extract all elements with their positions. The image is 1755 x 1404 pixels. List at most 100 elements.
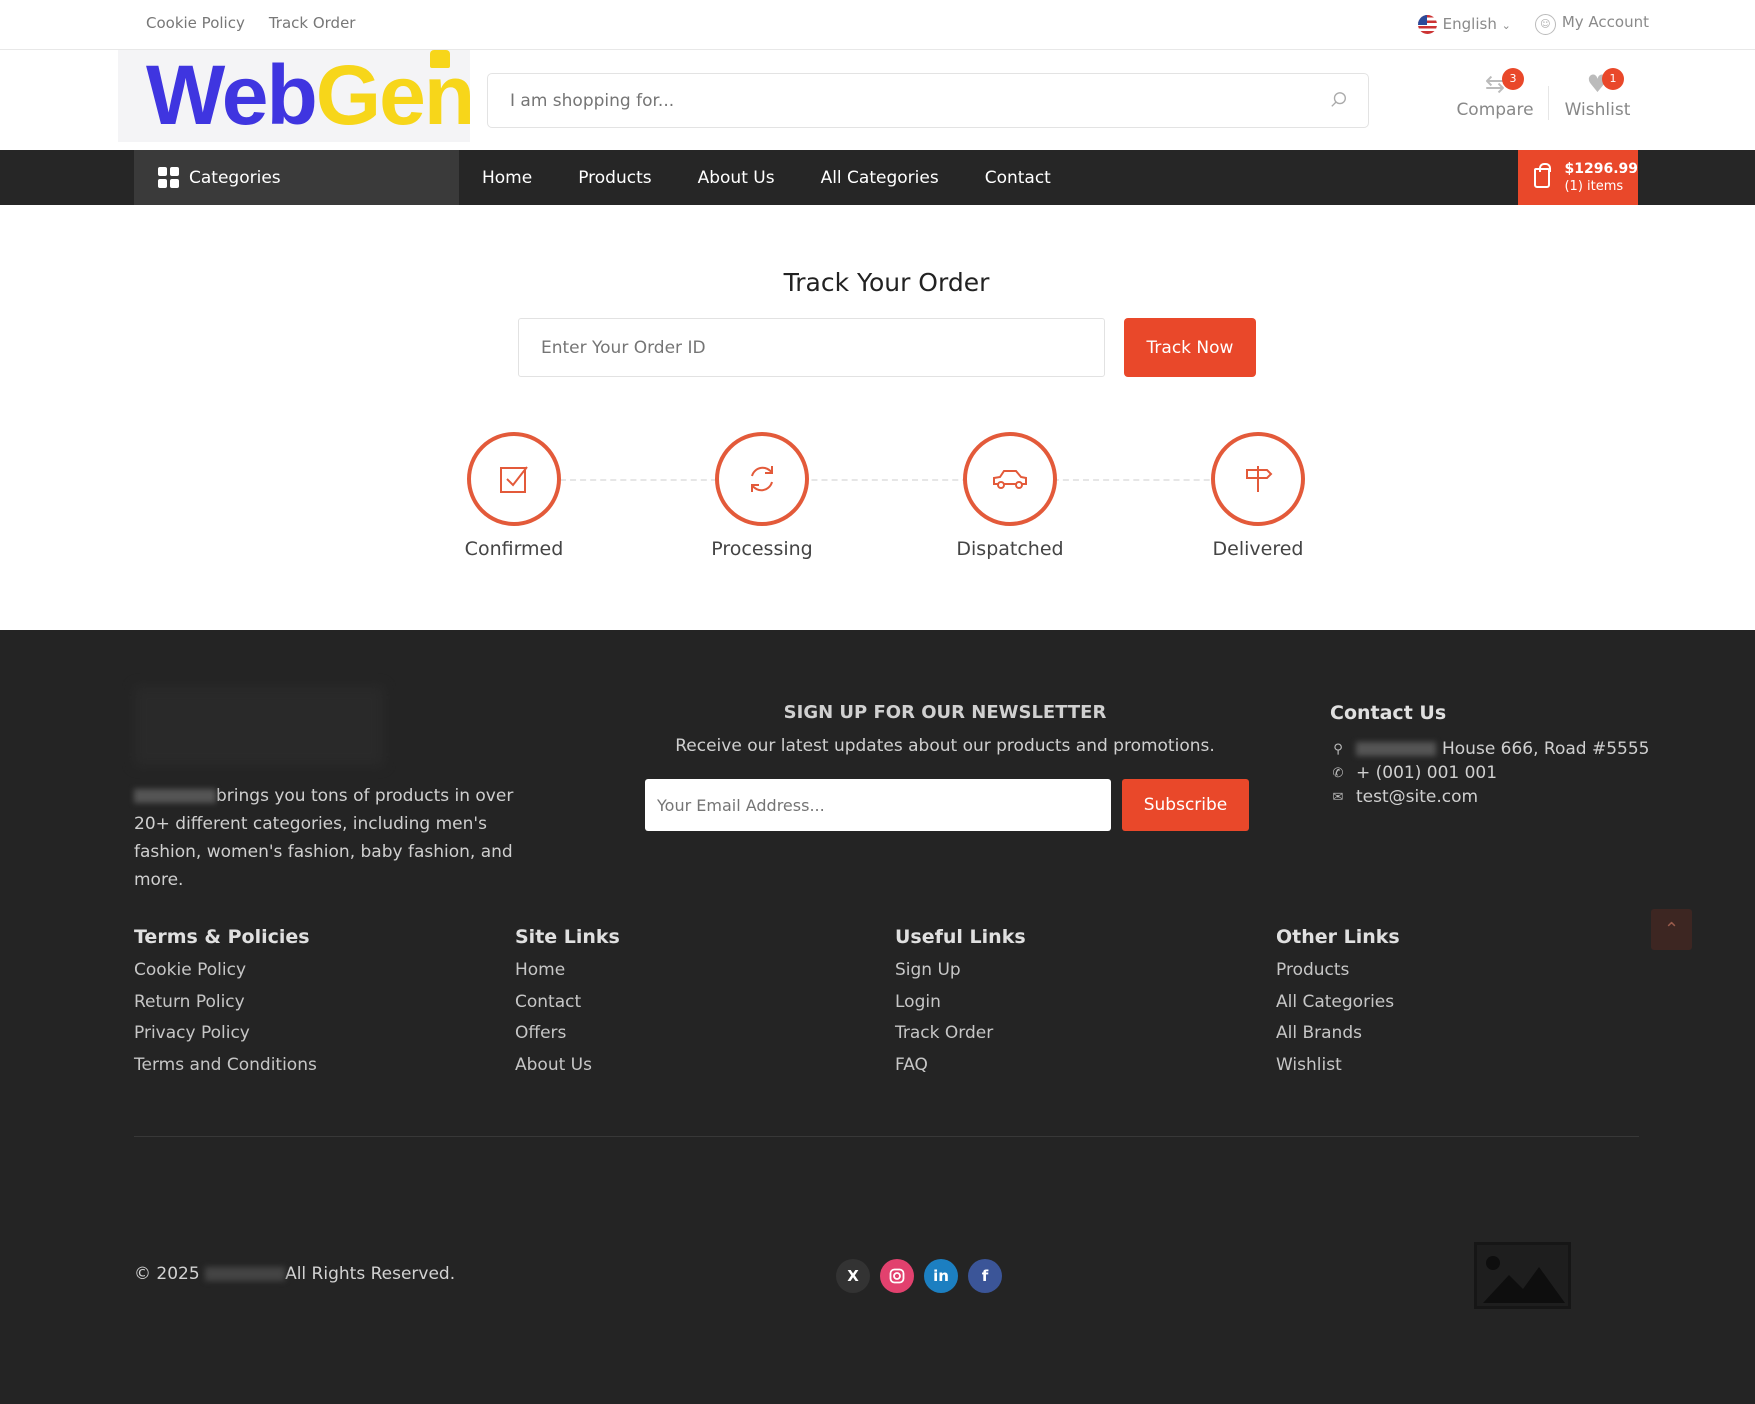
step-confirmed: Confirmed: [414, 432, 614, 560]
nav-item-home[interactable]: Home: [482, 168, 532, 188]
cart-button[interactable]: $1296.99 (1) items: [1518, 150, 1638, 205]
linkedin-icon[interactable]: in: [924, 1259, 958, 1293]
footer-col-title: Site Links: [515, 926, 620, 948]
image-placeholder-icon: [1483, 1256, 1565, 1303]
page-title: Track Your Order: [783, 268, 990, 297]
footer-col-title: Useful Links: [895, 926, 1026, 948]
signpost-icon: [1246, 466, 1273, 492]
contact-email: ✉ test@site.com: [1330, 785, 1650, 809]
footer-col-site-links: Site Links Home Contact Offers About Us: [515, 926, 620, 1086]
footer-link[interactable]: Privacy Policy: [134, 1023, 250, 1043]
compare-button[interactable]: ⇆ Compare 3: [1450, 68, 1540, 120]
top-link-track-order[interactable]: Track Order: [269, 14, 356, 32]
footer: brings you tons of products in over 20+ …: [0, 630, 1755, 1404]
language-selector[interactable]: English ⌄: [1417, 14, 1511, 34]
email-text[interactable]: test@site.com: [1356, 787, 1478, 807]
chevron-up-icon: ⌃: [1663, 919, 1680, 940]
footer-link[interactable]: Products: [1276, 960, 1349, 980]
step-confirmed-circle: [467, 432, 561, 526]
categories-button[interactable]: Categories: [134, 150, 459, 205]
copyright-year: © 2025: [134, 1264, 200, 1284]
us-flag-icon: [1417, 14, 1437, 34]
subscribe-button[interactable]: Subscribe: [1122, 779, 1249, 831]
grid-icon: [158, 167, 179, 188]
top-bar: Cookie Policy Track Order English ⌄ ☺ My …: [0, 0, 1755, 50]
logo-web: Web: [146, 48, 318, 142]
search-icon[interactable]: [1330, 91, 1348, 109]
redacted-address: [1356, 742, 1436, 756]
footer-link[interactable]: Return Policy: [134, 992, 245, 1012]
footer-link[interactable]: Terms and Conditions: [134, 1055, 317, 1075]
contact-title: Contact Us: [1330, 702, 1447, 724]
top-links: Cookie Policy Track Order: [146, 14, 355, 32]
location-pin-icon: ⚲: [1333, 741, 1343, 757]
refresh-icon: [751, 466, 773, 492]
contact-address: ⚲ House 666, Road #5555: [1330, 737, 1650, 761]
footer-link[interactable]: All Categories: [1276, 992, 1394, 1012]
checkbox-icon: [500, 466, 528, 493]
footer-link[interactable]: Wishlist: [1276, 1055, 1342, 1075]
phone-text: + (001) 001 001: [1356, 763, 1498, 783]
footer-link[interactable]: Cookie Policy: [134, 960, 246, 980]
track-now-button[interactable]: Track Now: [1124, 318, 1256, 377]
nav-item-all-categories[interactable]: All Categories: [821, 168, 939, 188]
top-link-cookie-policy[interactable]: Cookie Policy: [146, 14, 245, 32]
footer-col-terms: Terms & Policies Cookie Policy Return Po…: [134, 926, 317, 1086]
newsletter-email-input[interactable]: [645, 779, 1111, 831]
contact-phone: ✆ + (001) 001 001: [1330, 761, 1650, 785]
wishlist-button[interactable]: ♥ Wishlist 1: [1560, 68, 1635, 120]
my-account-link[interactable]: ☺ My Account: [1534, 13, 1649, 35]
footer-link[interactable]: Home: [515, 960, 565, 980]
step-label: Delivered: [1212, 538, 1304, 560]
wishlist-count-badge: 1: [1602, 68, 1624, 90]
footer-contact: Contact Us ⚲ House 666, Road #5555 ✆ + (00…: [1330, 702, 1650, 809]
x-icon[interactable]: X: [836, 1259, 870, 1293]
chevron-down-icon: ⌄: [1501, 18, 1511, 32]
cart-total: $1296.99: [1564, 160, 1638, 177]
instagram-icon[interactable]: [880, 1259, 914, 1293]
header-divider: [1548, 86, 1549, 120]
nav-item-products[interactable]: Products: [578, 168, 651, 188]
step-label: Processing: [711, 538, 813, 560]
back-to-top-button[interactable]: ⌃: [1651, 909, 1692, 950]
step-processing-circle: [715, 432, 809, 526]
order-id-input[interactable]: [518, 318, 1105, 377]
user-icon: ☺: [1534, 14, 1556, 35]
copyright-text: All Rights Reserved.: [285, 1264, 456, 1284]
site-logo[interactable]: WebGen: [118, 48, 475, 142]
footer-about: brings you tons of products in over 20+ …: [134, 782, 554, 894]
redacted-company: [205, 1267, 286, 1281]
top-right: English ⌄ ☺ My Account: [1417, 13, 1649, 35]
footer-link[interactable]: Track Order: [895, 1023, 993, 1043]
footer-link[interactable]: Contact: [515, 992, 581, 1012]
compare-count-badge: 3: [1502, 68, 1524, 90]
phone-icon: ✆: [1332, 765, 1344, 781]
step-dispatched: Dispatched: [910, 432, 1110, 560]
footer-divider: [134, 1136, 1639, 1137]
nav-item-contact[interactable]: Contact: [985, 168, 1051, 188]
cart-summary: $1296.99 (1) items: [1564, 161, 1638, 195]
step-delivered-circle: [1211, 432, 1305, 526]
address-text: House 666, Road #5555: [1442, 739, 1650, 759]
footer-col-title: Other Links: [1276, 926, 1400, 948]
language-label: English: [1442, 14, 1497, 33]
logo-text: WebGen: [146, 48, 475, 142]
wishlist-label: Wishlist: [1564, 100, 1631, 120]
social-links: X in f: [836, 1259, 1002, 1293]
footer-link[interactable]: About Us: [515, 1055, 592, 1075]
facebook-icon[interactable]: f: [968, 1259, 1002, 1293]
footer-link[interactable]: Offers: [515, 1023, 566, 1043]
footer-link[interactable]: FAQ: [895, 1055, 928, 1075]
footer-link[interactable]: Sign Up: [895, 960, 961, 980]
placeholder-image: [1474, 1242, 1571, 1309]
heart-icon: ♥: [1586, 70, 1609, 98]
footer-link[interactable]: Login: [895, 992, 941, 1012]
nav-item-about-us[interactable]: About Us: [698, 168, 775, 188]
search-input[interactable]: [488, 74, 1280, 127]
compare-label: Compare: [1456, 100, 1534, 120]
footer-link[interactable]: All Brands: [1276, 1023, 1362, 1043]
redacted-brand: [134, 789, 216, 803]
step-delivered: Delivered: [1158, 432, 1358, 560]
step-label: Dispatched: [956, 538, 1064, 560]
nav-menu: Home Products About Us All Categories Co…: [482, 150, 1051, 205]
